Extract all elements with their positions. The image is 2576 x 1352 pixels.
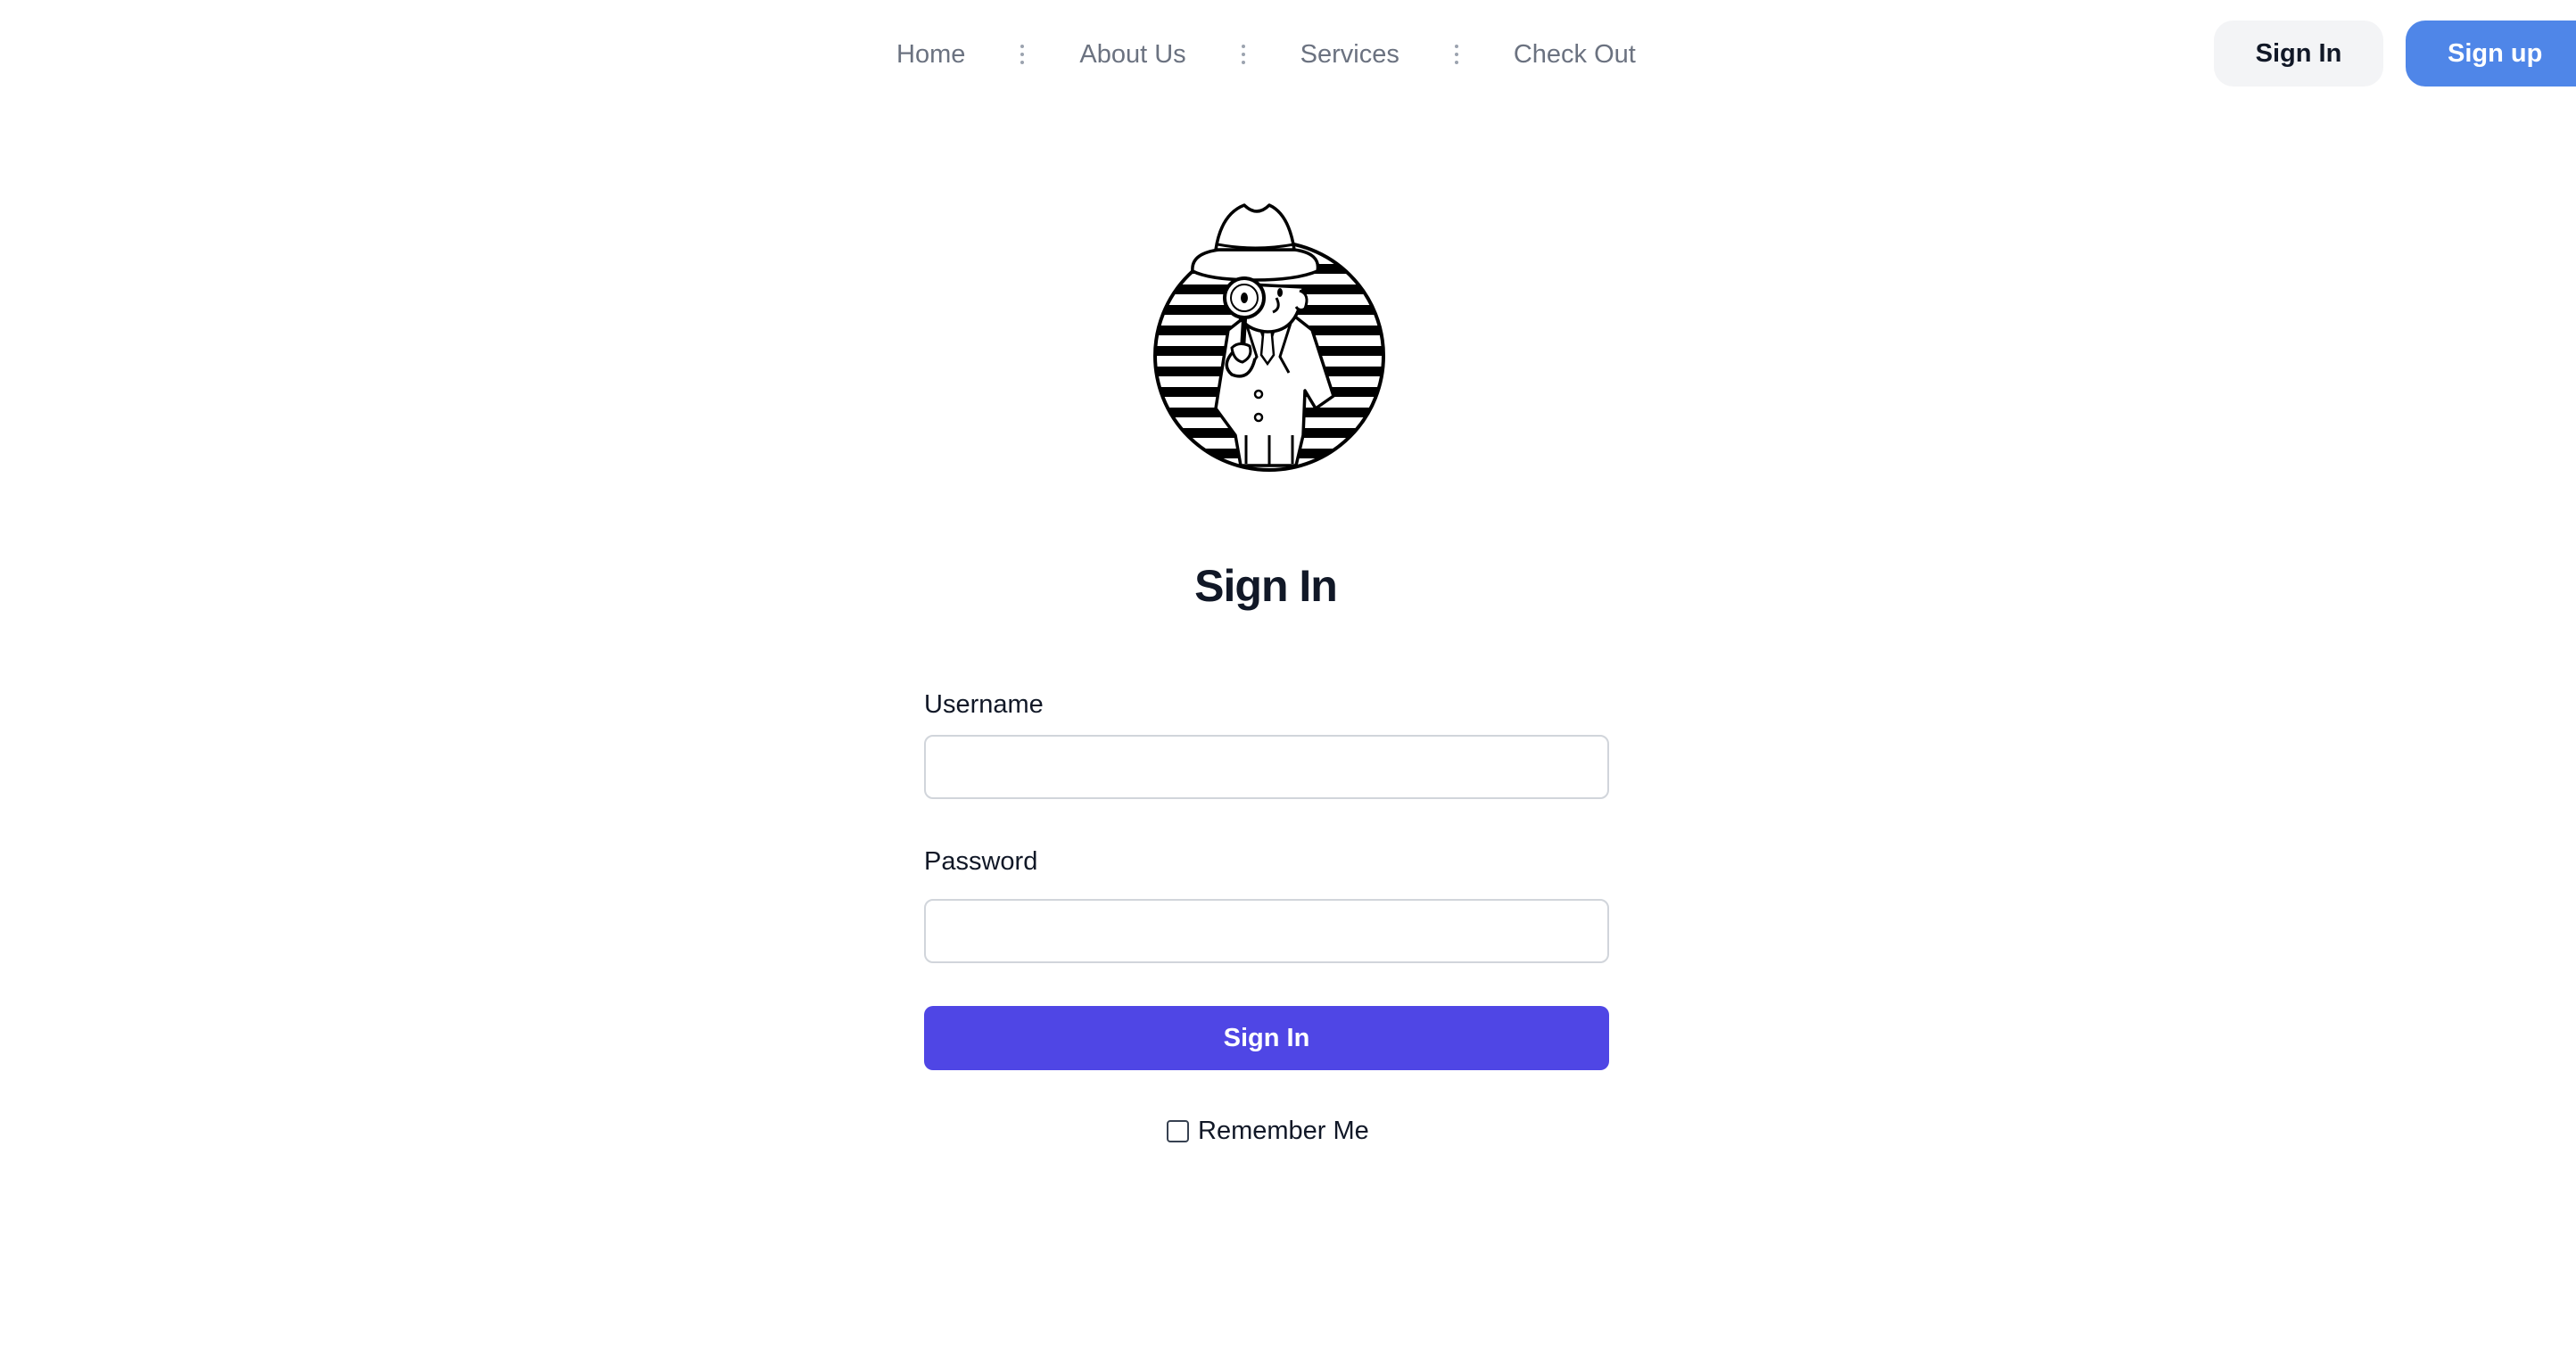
remember-me-option[interactable]: Remember Me (1167, 1114, 1369, 1148)
nav-link-services[interactable]: Services (1300, 40, 1399, 70)
username-label: Username (924, 690, 1044, 719)
password-input[interactable] (924, 899, 1609, 963)
username-input[interactable] (924, 735, 1609, 799)
nav-link-check-out[interactable]: Check Out (1514, 40, 1636, 70)
nav-link-home[interactable]: Home (896, 40, 965, 70)
page-title: Sign In (1194, 561, 1338, 611)
nav-separator (1020, 41, 1025, 68)
sign-in-submit-button[interactable]: Sign In (924, 1006, 1609, 1070)
nav-links: Home About Us Services Check Out (896, 34, 1636, 75)
remember-me-checkbox[interactable] (1167, 1119, 1189, 1142)
password-label: Password (924, 847, 1038, 876)
top-navigation: Home About Us Services Check Out Sign In… (0, 0, 2576, 109)
header-sign-in-button[interactable]: Sign In (2214, 21, 2383, 87)
nav-separator (1454, 41, 1458, 68)
nav-link-about-us[interactable]: About Us (1079, 40, 1185, 70)
detective-with-magnifying-glass-icon (1153, 203, 1385, 472)
header-sign-up-button[interactable]: Sign up (2406, 21, 2576, 87)
nav-separator (1241, 41, 1245, 68)
remember-me-label: Remember Me (1198, 1116, 1369, 1145)
detective-logo (1146, 198, 1391, 479)
